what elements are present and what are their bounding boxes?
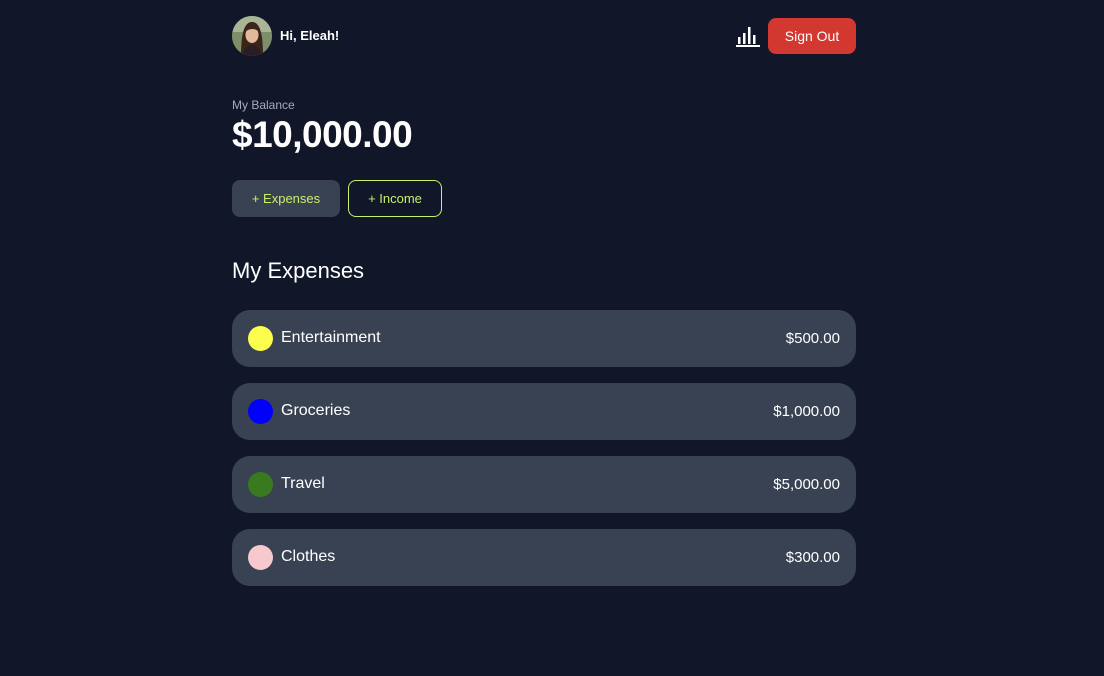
bar-chart-icon <box>736 27 760 47</box>
expense-amount: $500.00 <box>785 330 840 347</box>
balance-label: My Balance <box>232 98 295 112</box>
category-color-dot <box>248 545 273 570</box>
sign-out-button[interactable]: Sign Out <box>768 18 856 54</box>
expense-amount: $300.00 <box>785 549 840 566</box>
expense-name: Groceries <box>281 402 351 419</box>
expense-name: Entertainment <box>281 329 381 346</box>
stats-button[interactable] <box>735 24 761 48</box>
expense-item-travel[interactable]: Travel $5,000.00 <box>232 456 856 513</box>
add-income-button[interactable]: + Income <box>348 180 442 217</box>
expense-item-clothes[interactable]: Clothes $300.00 <box>232 529 856 586</box>
expense-amount: $5,000.00 <box>773 476 840 493</box>
avatar-image <box>232 16 272 56</box>
avatar[interactable] <box>232 16 272 56</box>
expense-item-entertainment[interactable]: Entertainment $500.00 <box>232 310 856 367</box>
expense-item-groceries[interactable]: Groceries $1,000.00 <box>232 383 856 440</box>
category-color-dot <box>248 399 273 424</box>
expense-name: Clothes <box>281 548 336 565</box>
category-color-dot <box>248 472 273 497</box>
expense-list: Entertainment $500.00 Groceries $1,000.0… <box>232 310 856 602</box>
expense-amount: $1,000.00 <box>773 403 840 420</box>
expense-name: Travel <box>281 475 325 492</box>
category-color-dot <box>248 326 273 351</box>
greeting-text: Hi, Eleah! <box>280 28 340 43</box>
header: Hi, Eleah! Sign Out <box>232 16 856 56</box>
balance-amount: $10,000.00 <box>232 114 413 155</box>
expenses-section-title: My Expenses <box>232 258 365 283</box>
add-expense-button[interactable]: + Expenses <box>232 180 340 217</box>
